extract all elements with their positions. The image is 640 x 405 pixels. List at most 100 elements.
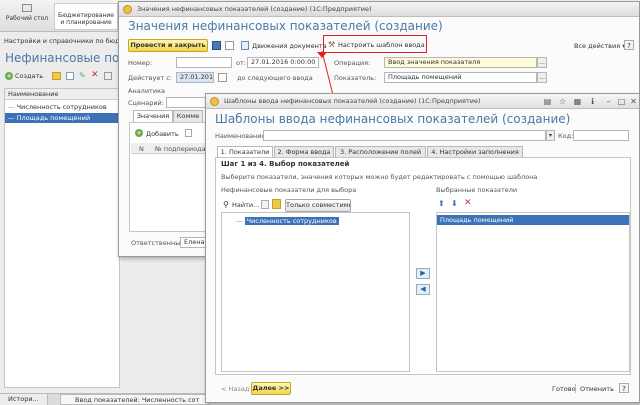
titlebar-help-icon[interactable]: ℹ <box>588 97 597 106</box>
list-item-selected[interactable]: — Площадь помещений <box>5 113 119 123</box>
tab-values[interactable]: Значения <box>133 110 173 122</box>
minimize-icon[interactable]: – <box>604 97 613 106</box>
add-row-button[interactable]: Добавить <box>146 130 179 138</box>
help-button[interactable]: ? <box>624 40 634 50</box>
scenario-field[interactable] <box>166 97 208 108</box>
setup-template-button[interactable]: Настроить шаблон ввода <box>338 41 425 49</box>
code-field[interactable] <box>573 130 629 141</box>
window-tab-history[interactable]: Истори... <box>0 394 48 405</box>
find-button[interactable]: Найти... <box>232 201 259 209</box>
effective-label: Действует с: <box>128 74 172 82</box>
post-icon[interactable] <box>225 41 234 50</box>
analytics-label: Аналитика <box>128 87 165 95</box>
callout-arrow-tail <box>317 52 327 58</box>
done-button[interactable]: Готово <box>552 385 576 393</box>
document-window-title: Значения нефинансовых показателей (созда… <box>137 5 372 13</box>
document-form-title: Значения нефинансовых показателей (созда… <box>128 19 443 33</box>
window-tab-label: Ввод показателей: Численность сот <box>75 396 200 404</box>
wizard-form-title: Шаблоны ввода нефинансовых показателей (… <box>215 112 571 126</box>
save-icon[interactable] <box>212 41 221 50</box>
section-desktop-label: Рабочий стол <box>5 15 49 22</box>
tab-indicators-label: 1. Показатели <box>220 148 270 156</box>
tab-fill-settings-label: 4. Настройки заполнения <box>431 148 519 156</box>
section-budget[interactable]: Бюджетирование и планирование <box>54 3 118 30</box>
remove-selected-icon[interactable]: ✕ <box>464 198 472 208</box>
responsible-label: Ответственный: <box>131 239 187 247</box>
column-subperiod[interactable]: № подпериода <box>155 145 206 153</box>
tab-comment-label: Комме <box>176 112 200 120</box>
list-item-label: Численность сотрудников <box>244 217 339 225</box>
titlebar-calendar-icon[interactable]: ▦ <box>573 97 582 106</box>
indicator-choose-button[interactable]: … <box>537 72 547 83</box>
move-up-icon[interactable]: ⬆ <box>438 199 445 208</box>
move-icon[interactable] <box>104 72 112 80</box>
tab-comment[interactable]: Комме <box>173 110 203 122</box>
name-field[interactable] <box>263 130 546 141</box>
date-label: от: <box>236 59 246 67</box>
window-tab-input[interactable]: Ввод показателей: Численность сот <box>60 394 210 405</box>
item-icon: — <box>8 103 17 111</box>
delete-icon[interactable]: ✕ <box>91 70 99 80</box>
create-icon: + <box>5 72 13 80</box>
separator <box>575 384 576 393</box>
operation-choose-button[interactable]: … <box>537 57 547 68</box>
filter-icon[interactable] <box>261 200 269 209</box>
name-dropdown-icon[interactable]: ▾ <box>546 130 555 141</box>
maximize-icon[interactable]: □ <box>617 97 626 106</box>
column-n[interactable]: N <box>139 145 144 153</box>
list-item-label: Площадь помещений <box>16 114 91 122</box>
step-title: Шаг 1 из 4. Выбор показателей <box>221 160 350 168</box>
list-item[interactable]: — Численность сотрудников <box>5 102 119 112</box>
right-list-label: Выбранные показатели <box>436 186 518 194</box>
only-compatible-button[interactable]: Только совместимые <box>285 199 351 212</box>
desktop-icon <box>22 4 32 12</box>
responsible-field[interactable]: Елена <box>180 237 208 248</box>
help-button[interactable]: ? <box>619 383 629 393</box>
available-indicators-list <box>221 212 410 372</box>
code-label: Код: <box>558 132 574 140</box>
number-field[interactable] <box>176 57 232 68</box>
post-and-close-button[interactable]: Провести и закрыть <box>128 39 208 52</box>
section-budget-label: Бюджетирование и планирование <box>57 12 114 26</box>
remove-from-selected-button[interactable]: ◀ <box>416 284 430 295</box>
copy-icon[interactable] <box>66 72 74 80</box>
tab-values-label: Значения <box>136 112 170 120</box>
nav-breadcrumb[interactable]: Настройки и справочники по бюджет <box>4 37 120 45</box>
add-folder-icon[interactable] <box>52 72 61 80</box>
item-icon: — <box>236 217 245 225</box>
window-tab-label: Истори... <box>8 395 39 403</box>
calendar-icon[interactable] <box>218 73 227 82</box>
back-button[interactable]: < Назад <box>221 385 249 393</box>
list-column-header[interactable]: Наименование <box>5 89 119 100</box>
create-button[interactable]: Создать <box>15 72 43 80</box>
titlebar-tools-icon[interactable]: ▤ <box>543 97 552 106</box>
list-item-selected[interactable]: — Численность сотрудников <box>222 216 402 226</box>
close-icon[interactable]: ✕ <box>629 97 638 106</box>
wrench-icon: ⚒ <box>328 40 336 49</box>
list-table: Наименование — Численность сотрудников —… <box>4 88 120 388</box>
move-down-icon[interactable]: ⬇ <box>451 199 458 208</box>
left-list-label: Нефинансовые показатели для выбора <box>221 186 357 194</box>
edit-icon[interactable]: ✎ <box>79 71 86 80</box>
values-tab-panel <box>129 122 207 232</box>
add-to-selected-button[interactable]: ▶ <box>416 268 430 279</box>
app-logo-icon <box>210 97 219 106</box>
name-label: Наименование: <box>215 132 268 140</box>
section-desktop[interactable]: Рабочий стол <box>4 3 50 30</box>
titlebar-favorites-icon[interactable]: ☆ <box>558 97 567 106</box>
list-item-label: Численность сотрудников <box>16 103 107 111</box>
document-movements-button[interactable]: Движения документа <box>252 42 327 50</box>
cancel-button[interactable]: Отменить <box>580 385 614 393</box>
app-logo-icon <box>123 5 132 14</box>
next-button[interactable]: Далее >> <box>251 382 291 395</box>
list-item-label: Площадь помещений <box>440 216 514 224</box>
number-label: Номер: <box>128 59 153 67</box>
compatible-toggle-icon[interactable] <box>272 199 281 209</box>
list-item-selected[interactable]: Площадь помещений <box>437 215 629 225</box>
tab-field-layout-label: 3. Расположение полей <box>339 148 422 156</box>
row-copy-icon[interactable] <box>185 129 192 137</box>
document-titlebar[interactable]: Значения нефинансовых показателей (созда… <box>119 2 639 17</box>
effective-date-field[interactable]: 27.01.2016 <box>176 72 214 83</box>
all-actions-menu[interactable]: Все действия ▾ <box>574 42 625 50</box>
wizard-window: Шаблоны ввода нефинансовых показателей (… <box>205 93 640 403</box>
